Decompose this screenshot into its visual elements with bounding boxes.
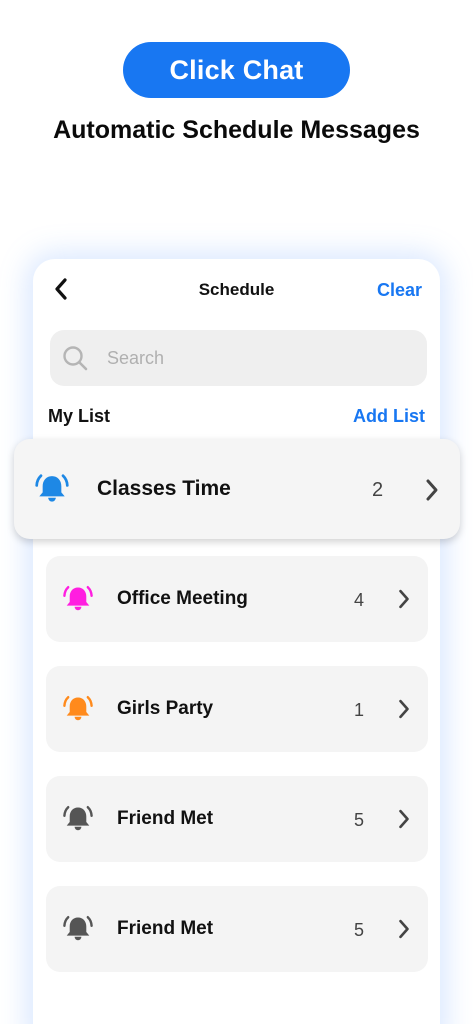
list-item-count: 5 [354,810,365,830]
list-item-girls-party[interactable]: Girls Party 1 [46,666,428,752]
list-item-count: 2 [372,479,384,501]
list-item-label: Classes Time [97,477,231,500]
list-item-label: Girls Party [117,698,214,719]
chevron-right-icon [399,699,409,719]
bell-icon [63,696,93,721]
list-item-label: Friend Met [117,918,214,939]
search-input[interactable] [107,330,407,386]
list-item-friend-met-2[interactable]: Friend Met 5 [46,886,428,972]
list-item-label: Office Meeting [117,588,248,609]
list-item-office-meeting[interactable]: Office Meeting 4 [46,556,428,642]
bell-icon [35,474,69,502]
list-item-friend-met[interactable]: Friend Met 5 [46,776,428,862]
bell-icon [63,916,93,941]
list-item-count: 4 [354,590,365,610]
search-icon [63,346,88,371]
chevron-right-icon [399,589,409,609]
list-item-label: Friend Met [117,808,214,829]
promo-headline: Automatic Schedule Messages [53,116,420,144]
search-bar[interactable] [50,330,427,386]
click-chat-badge: Click Chat [123,42,350,98]
chevron-right-icon [426,479,438,501]
list-item-classes-time[interactable]: Classes Time 2 [14,439,460,539]
chevron-right-icon [399,809,409,829]
bell-icon [63,586,93,611]
my-list-heading: My List [48,406,111,426]
bell-icon [63,806,93,831]
clear-button[interactable]: Clear [377,280,422,301]
chevron-right-icon [399,919,409,939]
list-item-count: 5 [354,920,365,940]
add-list-button[interactable]: Add List [353,406,425,427]
list-item-count: 1 [354,700,365,720]
